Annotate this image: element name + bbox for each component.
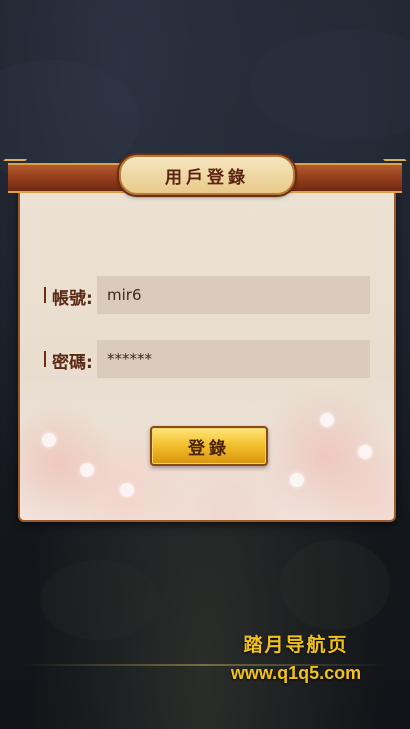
watermark-title: 踏月导航页: [243, 634, 349, 656]
watermark: 踏月导航页 www.q1q5.com: [196, 630, 396, 684]
account-input[interactable]: [97, 276, 370, 314]
login-button-label: 登錄: [188, 438, 230, 459]
dialog-title-plaque: 用戶登錄: [119, 155, 295, 195]
login-dialog: 帳號: 密碼: 登錄: [18, 183, 396, 522]
account-label: 帳號:: [52, 289, 93, 309]
blossom-flower-icon: [358, 445, 372, 459]
background-decoration: [280, 540, 390, 630]
password-label: 密碼:: [52, 353, 93, 373]
field-marker: [44, 287, 46, 303]
blossom-flower-icon: [320, 413, 334, 427]
watermark-url: www.q1q5.com: [230, 663, 362, 683]
login-screen: 帳號: 密碼: 登錄 用戶登錄 踏月导航页 www.q1q5.com: [0, 0, 410, 729]
account-row: 帳號:: [20, 276, 394, 314]
blossom-flower-icon: [290, 473, 304, 487]
background-decoration: [40, 560, 160, 640]
blossom-flower-icon: [80, 463, 94, 477]
login-button[interactable]: 登錄: [150, 426, 268, 466]
password-row: 密碼:: [20, 340, 394, 378]
background-decoration: [250, 30, 410, 140]
field-marker: [44, 351, 46, 367]
password-input[interactable]: [97, 340, 370, 378]
dialog-title: 用戶登錄: [165, 167, 249, 188]
blossom-flower-icon: [42, 433, 56, 447]
blossom-flower-icon: [120, 483, 134, 497]
